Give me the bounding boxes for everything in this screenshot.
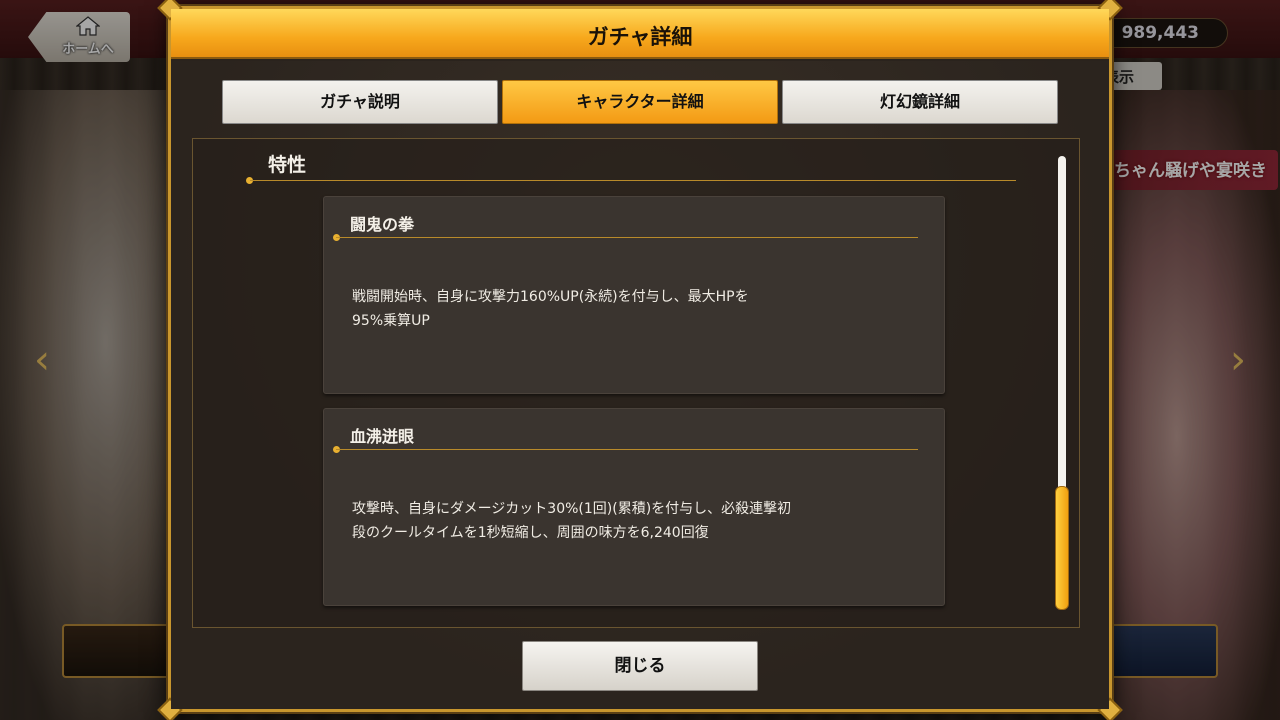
trait-description-line: 95%乗算UP (352, 313, 430, 329)
trait-divider (336, 449, 918, 450)
section-divider (250, 180, 1016, 181)
tab-character-detail[interactable]: キャラクター詳細 (502, 80, 778, 124)
trait-card: 血沸迸眼 攻撃時、自身にダメージカット30%(1回)(累積)を付与し、必殺連撃初… (323, 408, 945, 606)
trait-divider (336, 237, 918, 238)
trait-name: 血沸迸眼 (350, 427, 415, 446)
trait-name: 闘鬼の拳 (350, 215, 415, 234)
tab-gacha-description[interactable]: ガチャ説明 (222, 80, 498, 124)
modal-title: ガチャ詳細 (587, 25, 693, 49)
trait-description-line: 段のクールタイムを1秒短縮し、周囲の味方を6,240回復 (352, 525, 709, 541)
trait-description-line: 攻撃時、自身にダメージカット30%(1回)(累積)を付与し、必殺連撃初 (352, 501, 792, 517)
scrollbar-thumb[interactable] (1055, 486, 1069, 610)
modal-header: ガチャ詳細 (171, 9, 1109, 59)
trait-description: 攻撃時、自身にダメージカット30%(1回)(累積)を付与し、必殺連撃初 段のクー… (352, 497, 912, 545)
trait-description: 戦闘開始時、自身に攻撃力160%UP(永続)を付与し、最大HPを 95%乗算UP (352, 285, 912, 333)
tab-mirror-detail[interactable]: 灯幻鏡詳細 (782, 80, 1058, 124)
close-button[interactable]: 閉じる (522, 641, 758, 691)
trait-card: 闘鬼の拳 戦闘開始時、自身に攻撃力160%UP(永続)を付与し、最大HPを 95… (323, 196, 945, 394)
section-title: 特性 (268, 154, 307, 176)
trait-description-line: 戦闘開始時、自身に攻撃力160%UP(永続)を付与し、最大HPを (352, 289, 749, 305)
